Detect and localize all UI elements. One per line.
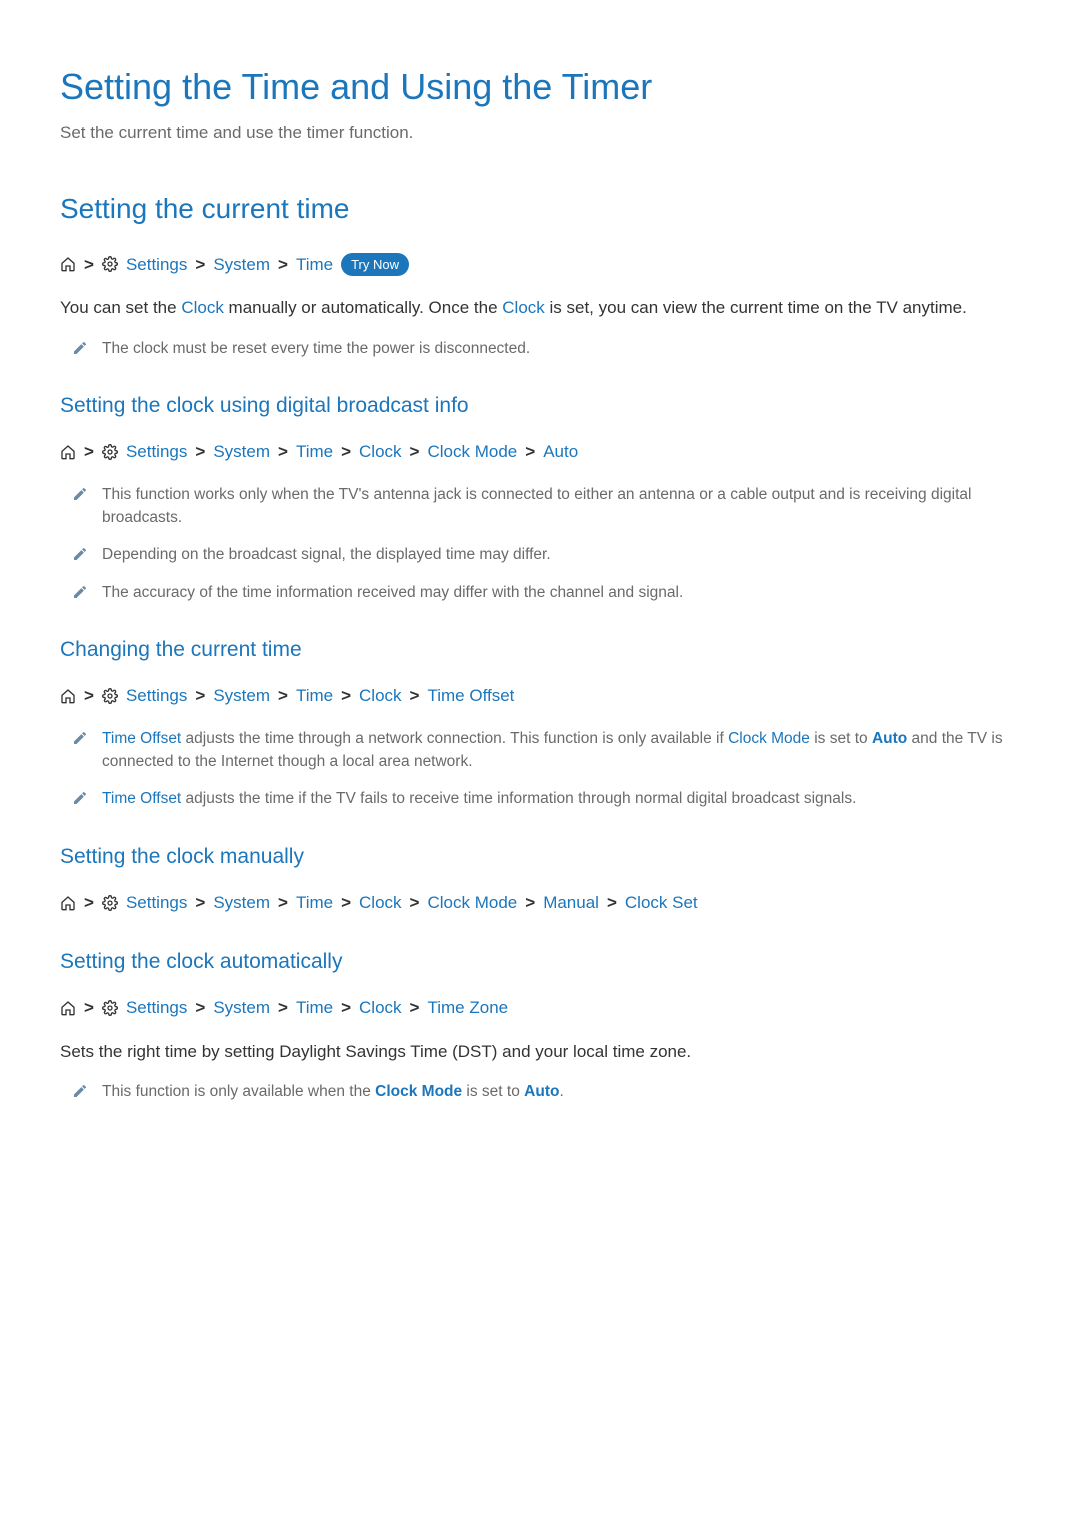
path-manual[interactable]: Manual [543,890,599,916]
pencil-icon [72,790,88,806]
path-clock[interactable]: Clock [359,995,402,1021]
chevron-icon: > [341,439,351,465]
path-clockmode[interactable]: Clock Mode [427,439,517,465]
pencil-icon [72,340,88,356]
home-icon [60,256,76,272]
link-clock[interactable]: Clock [502,298,545,317]
note-item: The clock must be reset every time the p… [72,337,1020,360]
note-item: The accuracy of the time information rec… [72,581,1020,604]
path-time[interactable]: Time [296,683,333,709]
section-heading-digital-broadcast: Setting the clock using digital broadcas… [60,390,1020,422]
path-auto[interactable]: Auto [543,439,578,465]
chevron-icon: > [84,995,94,1021]
link-auto[interactable]: Auto [524,1083,559,1100]
chevron-icon: > [341,890,351,916]
pencil-icon [72,730,88,746]
chevron-icon: > [278,995,288,1021]
chevron-icon: > [195,439,205,465]
path-clock[interactable]: Clock [359,439,402,465]
chevron-icon: > [525,439,535,465]
nav-path-time-offset: > Settings > System > Time > Clock > Tim… [60,683,1020,709]
pencil-icon [72,584,88,600]
path-system[interactable]: System [213,683,270,709]
body-text: You can set the Clock manually or automa… [60,295,1020,321]
path-system[interactable]: System [213,890,270,916]
path-clock[interactable]: Clock [359,683,402,709]
note-item: Time Offset adjusts the time if the TV f… [72,787,1020,810]
chevron-icon: > [341,683,351,709]
note-item: Depending on the broadcast signal, the d… [72,543,1020,566]
path-time[interactable]: Time [296,252,333,278]
link-auto[interactable]: Auto [872,730,907,747]
try-now-badge[interactable]: Try Now [341,253,409,277]
chevron-icon: > [195,252,205,278]
nav-path-clock-set-manual: > Settings > System > Time > Clock > Clo… [60,890,1020,916]
pencil-icon [72,1083,88,1099]
chevron-icon: > [410,890,420,916]
path-settings[interactable]: Settings [126,252,187,278]
link-clock-mode[interactable]: Clock Mode [728,730,810,747]
path-settings[interactable]: Settings [126,995,187,1021]
chevron-icon: > [278,252,288,278]
page-title: Setting the Time and Using the Timer [60,60,1020,114]
chevron-icon: > [195,683,205,709]
chevron-icon: > [195,890,205,916]
path-settings[interactable]: Settings [126,890,187,916]
section-heading-current-time: Setting the current time [60,188,1020,230]
note-item: Time Offset adjusts the time through a n… [72,727,1020,774]
chevron-icon: > [525,890,535,916]
path-clock[interactable]: Clock [359,890,402,916]
note-item: This function is only available when the… [72,1080,1020,1103]
chevron-icon: > [84,683,94,709]
gear-icon [102,895,118,911]
gear-icon [102,688,118,704]
gear-icon [102,256,118,272]
gear-icon [102,444,118,460]
path-settings[interactable]: Settings [126,683,187,709]
home-icon [60,688,76,704]
path-time-offset[interactable]: Time Offset [427,683,514,709]
chevron-icon: > [278,439,288,465]
link-clock[interactable]: Clock [181,298,224,317]
path-system[interactable]: System [213,252,270,278]
body-text: Sets the right time by setting Daylight … [60,1039,1020,1065]
chevron-icon: > [84,439,94,465]
path-time[interactable]: Time [296,439,333,465]
path-timezone[interactable]: Time Zone [427,995,508,1021]
gear-icon [102,1000,118,1016]
chevron-icon: > [410,683,420,709]
nav-path-time: > Settings > System > Time Try Now [60,252,1020,278]
section-heading-clock-manually: Setting the clock manually [60,841,1020,873]
chevron-icon: > [278,890,288,916]
path-settings[interactable]: Settings [126,439,187,465]
pencil-icon [72,486,88,502]
chevron-icon: > [84,890,94,916]
home-icon [60,895,76,911]
path-time[interactable]: Time [296,890,333,916]
link-clock-mode[interactable]: Clock Mode [375,1083,462,1100]
home-icon [60,444,76,460]
link-time-offset[interactable]: Time Offset [102,790,181,807]
chevron-icon: > [84,252,94,278]
page-subtitle: Set the current time and use the timer f… [60,120,1020,146]
section-heading-changing-time: Changing the current time [60,634,1020,666]
path-clockmode[interactable]: Clock Mode [427,890,517,916]
path-clockset[interactable]: Clock Set [625,890,698,916]
chevron-icon: > [195,995,205,1021]
pencil-icon [72,546,88,562]
home-icon [60,1000,76,1016]
chevron-icon: > [607,890,617,916]
chevron-icon: > [278,683,288,709]
path-system[interactable]: System [213,995,270,1021]
chevron-icon: > [410,439,420,465]
chevron-icon: > [341,995,351,1021]
chevron-icon: > [410,995,420,1021]
section-heading-clock-automatically: Setting the clock automatically [60,946,1020,978]
note-item: This function works only when the TV's a… [72,483,1020,530]
path-system[interactable]: System [213,439,270,465]
path-time[interactable]: Time [296,995,333,1021]
nav-path-clockmode-auto: > Settings > System > Time > Clock > Clo… [60,439,1020,465]
nav-path-time-zone: > Settings > System > Time > Clock > Tim… [60,995,1020,1021]
link-time-offset[interactable]: Time Offset [102,730,181,747]
